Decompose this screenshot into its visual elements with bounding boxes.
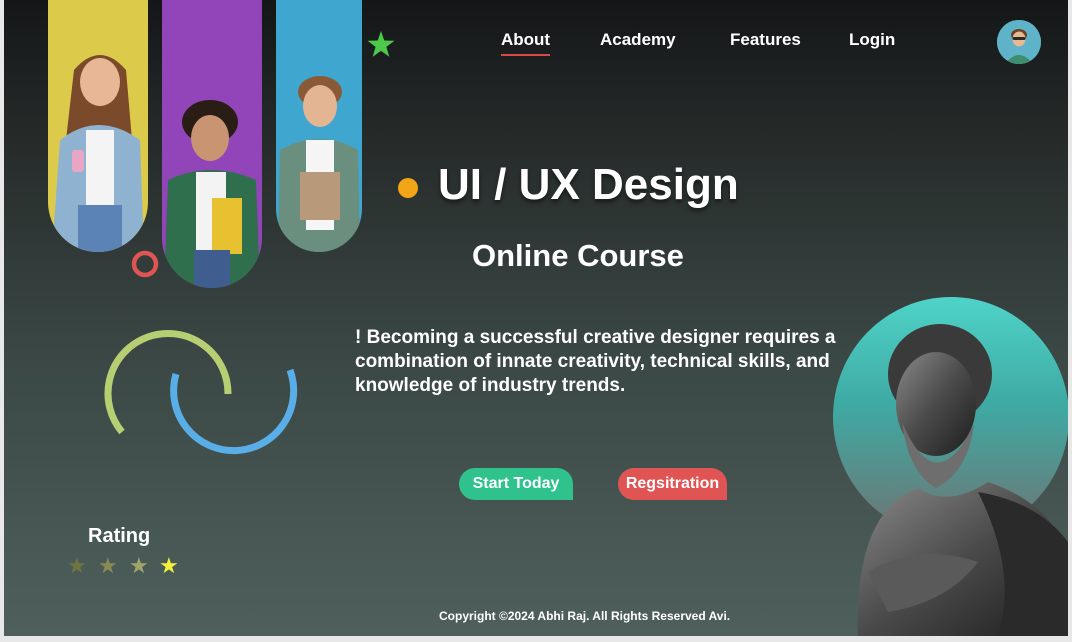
student-boy-books-illustration (278, 76, 360, 252)
footer-copyright: Copyright ©2024 Abhi Raj. All Rights Res… (439, 609, 731, 623)
avatar[interactable] (997, 20, 1041, 64)
student-photo-girl (48, 0, 148, 252)
star-icon[interactable]: ★ (159, 554, 179, 578)
student-photo-boy-curly (162, 0, 262, 288)
lime-arc-icon (104, 329, 232, 435)
nav-academy[interactable]: Academy (600, 30, 676, 50)
star-icon[interactable]: ★ (129, 554, 149, 578)
student-girl-illustration (52, 55, 144, 252)
ring-icon (131, 250, 159, 278)
hero-description: ! Becoming a successful creative designe… (355, 327, 836, 396)
title-bullet-icon (398, 178, 418, 198)
rating-label: Rating (88, 525, 151, 547)
decorative-arcs (104, 329, 298, 455)
page-title: UI / UX Design (438, 160, 739, 209)
start-today-button[interactable]: Start Today (459, 468, 573, 500)
nav-about[interactable]: About (501, 30, 551, 56)
nav-login[interactable]: Login (849, 30, 895, 50)
avatar-icon (997, 20, 1041, 64)
landing-page: About Academy Features Login UI / UX Des… (4, 0, 1068, 636)
star-icon[interactable]: ★ (67, 554, 87, 578)
nav-features[interactable]: Features (730, 30, 801, 50)
statue-image (857, 324, 1068, 636)
star-icon (367, 31, 395, 57)
star-icon[interactable]: ★ (98, 554, 118, 578)
student-boy-illustration (164, 100, 260, 288)
page-subtitle: Online Course (472, 238, 684, 273)
blue-arc-icon (170, 368, 298, 455)
registration-button[interactable]: Regsitration (618, 468, 727, 500)
student-photo-boy-books (276, 0, 362, 252)
